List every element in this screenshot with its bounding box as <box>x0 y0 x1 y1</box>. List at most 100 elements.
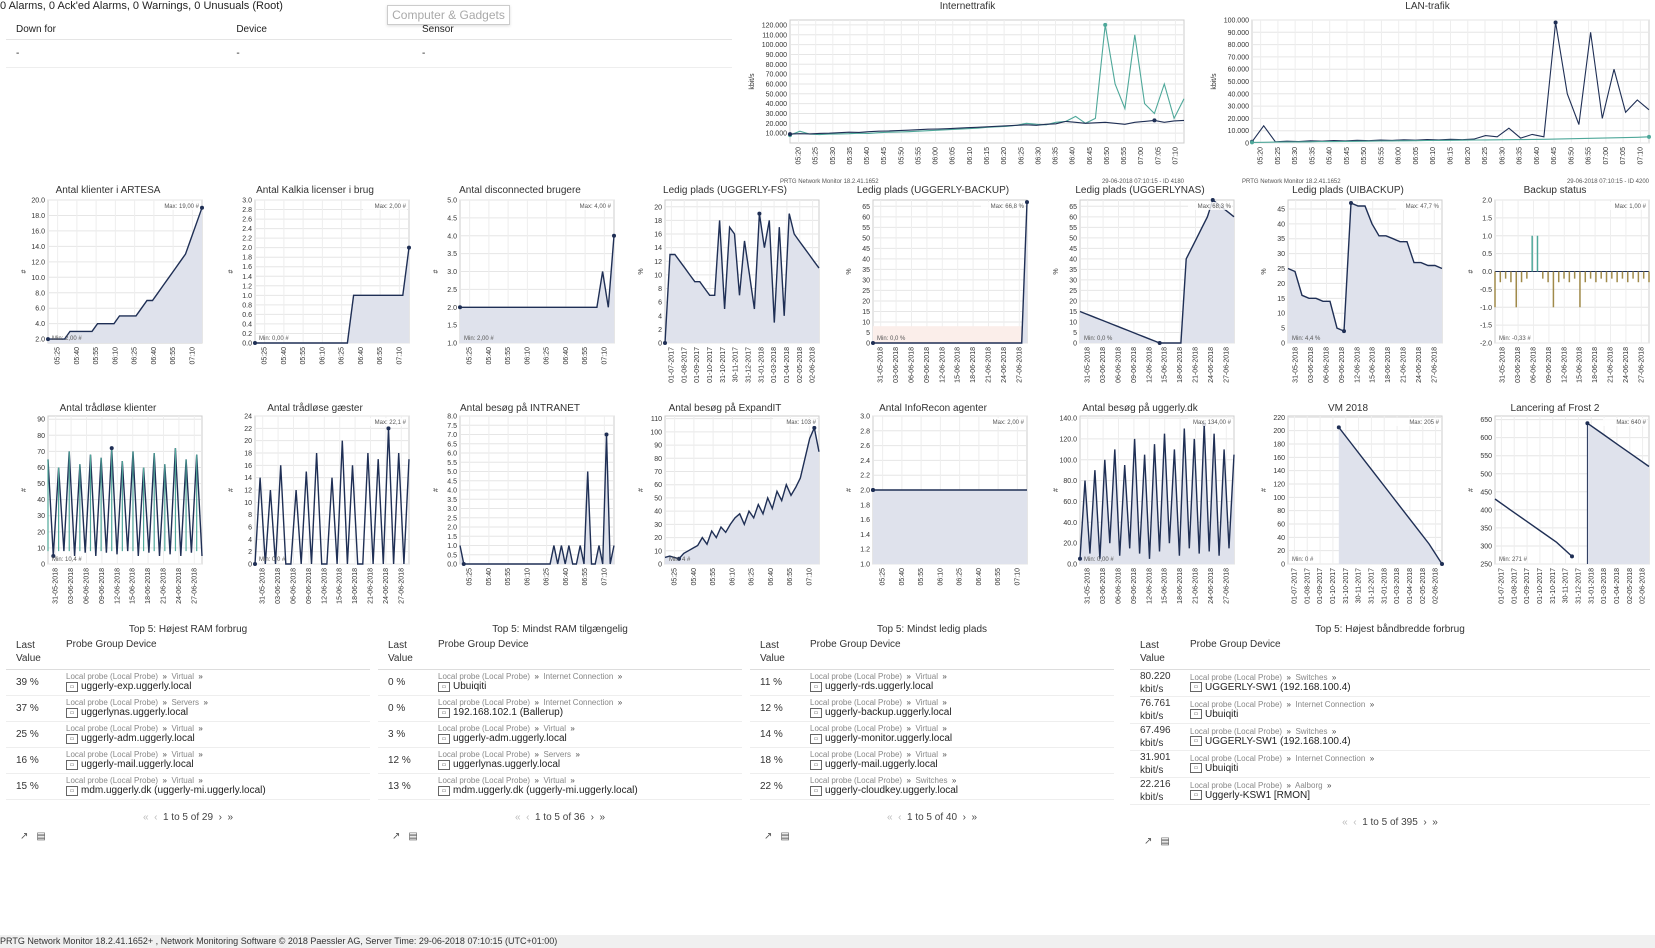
column-last-value[interactable]: Last Value <box>378 639 432 665</box>
device-link[interactable]: ▭ uggerly-mail.uggerly.local <box>66 759 370 770</box>
prev-page-icon[interactable]: ‹ <box>1353 817 1359 828</box>
probe-link[interactable]: Local probe (Local Probe) <box>66 672 158 681</box>
device-link[interactable]: ▭ Ubuiqiti <box>438 681 742 692</box>
next-page-icon[interactable]: › <box>588 812 594 823</box>
chart-ledig-plads-uggerly-backup-[interactable]: Ledig plads (UGGERLY-BACKUP) 65 60 55 50 45 40… <box>833 180 1033 385</box>
probe-link[interactable]: Local probe (Local Probe) <box>66 776 158 785</box>
group-link[interactable]: Virtual <box>171 750 194 759</box>
chart-svg[interactable]: Internettrafik 120.000 110.000 100.000 90.00… <box>745 0 1190 185</box>
device-link[interactable]: ▭ Ubuiqiti <box>1190 709 1650 720</box>
next-page-icon[interactable]: › <box>960 812 966 823</box>
chart-lan-trafik[interactable]: LAN-trafik 100.000 90.000 80.000 70.000 60.00… <box>1200 0 1655 185</box>
probe-link[interactable]: Local probe (Local Probe) <box>438 698 530 707</box>
chart-svg[interactable]: Antal trådløse klienter 90 80 70 60 50 40 30 20 1… <box>8 398 208 608</box>
table-row[interactable]: 0 % Local probe (Local Probe) » Internet… <box>378 670 742 696</box>
last-page-icon[interactable]: » <box>969 812 977 823</box>
group-link[interactable]: Virtual <box>915 750 938 759</box>
group-link[interactable]: Servers <box>543 750 571 759</box>
group-link[interactable]: Internet Connection <box>543 698 613 707</box>
device-link[interactable]: ▭ uggerly-exp.uggerly.local <box>66 681 370 692</box>
probe-link[interactable]: Local probe (Local Probe) <box>66 724 158 733</box>
device-link[interactable]: ▭ uggerly-adm.uggerly.local <box>66 733 370 744</box>
export-icon[interactable]: ▤ <box>408 831 417 842</box>
device-link[interactable]: ▭ uggerly-cloudkey.uggerly.local <box>810 785 1114 796</box>
chart-vm-2018[interactable]: VM 2018 220 200 180 160 140 120 100 80 60 40 20 0 01-… <box>1248 398 1448 608</box>
column-probe-group-device[interactable]: Probe Group Device <box>804 639 1114 665</box>
chart-svg[interactable]: Antal besøg på ExpandIT11010090807060504… <box>625 398 825 608</box>
chart-svg[interactable]: Ledig plads (UIBACKUP) 45 40 35 30 25 20 15 10 5 0… <box>1248 180 1448 385</box>
first-page-icon[interactable]: « <box>887 812 895 823</box>
table-row[interactable]: 12 % Local probe (Local Probe) » Servers… <box>378 748 742 774</box>
device-link[interactable]: ▭ uggerlynas.uggerly.local <box>438 759 742 770</box>
group-link[interactable]: Virtual <box>915 724 938 733</box>
group-link[interactable]: Servers <box>171 698 199 707</box>
chart-svg[interactable]: Antal Kalkia licenser i brug 3.0 2.8 2.6 2.4… <box>215 180 415 385</box>
group-link[interactable]: Internet Connection <box>1295 700 1365 709</box>
table-row[interactable]: 39 % Local probe (Local Probe) » Virtual… <box>6 670 370 696</box>
group-link[interactable]: Aalborg <box>1295 781 1323 790</box>
column-sensor[interactable]: Sensor <box>412 17 732 40</box>
group-link[interactable]: Virtual <box>171 724 194 733</box>
open-external-icon[interactable]: ↗ <box>764 831 772 842</box>
chart-antal-inforecon-agenter[interactable]: Antal InfoRecon agenter 3.0 2.8 2.6 2.4 2.2 2.… <box>833 398 1033 608</box>
next-page-icon[interactable]: › <box>1421 817 1426 828</box>
chart-svg[interactable]: Antal klienter i ARTESA 20.0 18.0 16.0 14.0 1… <box>8 180 208 385</box>
probe-link[interactable]: Local probe (Local Probe) <box>810 724 902 733</box>
probe-link[interactable]: Local probe (Local Probe) <box>1190 727 1282 736</box>
prev-page-icon[interactable]: ‹ <box>154 812 160 823</box>
table-row[interactable]: 25 % Local probe (Local Probe) » Virtual… <box>6 722 370 748</box>
group-link[interactable]: Virtual <box>915 698 938 707</box>
device-link[interactable]: ▭ UGGERLY-SW1 (192.168.100.4) <box>1190 736 1650 747</box>
probe-link[interactable]: Local probe (Local Probe) <box>810 776 902 785</box>
column-probe-group-device[interactable]: Probe Group Device <box>60 639 370 665</box>
table-row[interactable]: 31.901 kbit/s Local probe (Local Probe) … <box>1130 751 1650 778</box>
open-external-icon[interactable]: ↗ <box>1144 836 1152 847</box>
device-link[interactable]: ▭ mdm.uggerly.dk (uggerly-mi.uggerly.loc… <box>66 785 370 796</box>
chart-svg[interactable]: Lancering af Frost 2 650 600 550 500 450 400 35… <box>1455 398 1655 608</box>
table-row[interactable]: 11 % Local probe (Local Probe) » Virtual… <box>750 670 1114 696</box>
column-down-for[interactable]: Down for <box>6 17 227 40</box>
probe-link[interactable]: Local probe (Local Probe) <box>438 750 530 759</box>
device-link[interactable]: ▭ uggerly-backup.uggerly.local <box>810 707 1114 718</box>
device-link[interactable]: ▭ uggerlynas.uggerly.local <box>66 707 370 718</box>
open-external-icon[interactable]: ↗ <box>392 831 400 842</box>
probe-link[interactable]: Local probe (Local Probe) <box>1190 700 1282 709</box>
chart-antal-bes-g-p-intranet[interactable]: Antal besøg på INTRANET 8.0 7.5 7.0 6.5 6.0 5.… <box>420 398 620 608</box>
export-icon[interactable]: ▤ <box>36 831 45 842</box>
first-page-icon[interactable]: « <box>1342 817 1350 828</box>
column-probe-group-device[interactable]: Probe Group Device <box>432 639 742 665</box>
table-row[interactable]: 22 % Local probe (Local Probe) » Switche… <box>750 774 1114 800</box>
group-link[interactable]: Virtual <box>915 672 938 681</box>
table-row[interactable]: 37 % Local probe (Local Probe) » Servers… <box>6 696 370 722</box>
chart-ledig-plads-uibackup-[interactable]: Ledig plads (UIBACKUP) 45 40 35 30 25 20 15 10 5 0… <box>1248 180 1448 385</box>
chart-svg[interactable]: LAN-trafik 100.000 90.000 80.000 70.000 60.00… <box>1200 0 1655 185</box>
group-link[interactable]: Switches <box>1295 727 1327 736</box>
group-link[interactable]: Virtual <box>543 724 566 733</box>
chart-antal-tr-dl-se-g-ster[interactable]: Antal trådløse gæster 24 22 20 18 16 14 12 10 8 6 4… <box>215 398 415 608</box>
chart-svg[interactable]: Antal besøg på INTRANET8.0 7.5 7.0 6.5 6.0 5.… <box>420 398 620 608</box>
column-probe-group-device[interactable]: Probe Group Device <box>1184 639 1650 665</box>
table-row[interactable]: 15 % Local probe (Local Probe) » Virtual… <box>6 774 370 800</box>
device-link[interactable]: ▭ uggerly-adm.uggerly.local <box>438 733 742 744</box>
group-link[interactable]: Switches <box>915 776 947 785</box>
column-last-value[interactable]: Last Value <box>1130 639 1184 665</box>
last-page-icon[interactable]: » <box>225 812 233 823</box>
last-page-icon[interactable]: » <box>597 812 605 823</box>
chart-ledig-plads-uggerly-fs-[interactable]: Ledig plads (UGGERLY-FS)Sensor: Free Dis… <box>625 180 825 385</box>
chart-internettrafik[interactable]: Internettrafik 120.000 110.000 100.000 90.00… <box>745 0 1190 185</box>
probe-link[interactable]: Local probe (Local Probe) <box>810 750 902 759</box>
chart-svg[interactable]: Backup status 2.0 1.5 1.0 0.5 0.0 -0.5 -1.0 -1.5… <box>1455 180 1655 385</box>
table-row[interactable]: 18 % Local probe (Local Probe) » Virtual… <box>750 748 1114 774</box>
probe-link[interactable]: Local probe (Local Probe) <box>66 750 158 759</box>
table-row[interactable]: 0 % Local probe (Local Probe) » Internet… <box>378 696 742 722</box>
probe-link[interactable]: Local probe (Local Probe) <box>1190 781 1282 790</box>
first-page-icon[interactable]: « <box>515 812 523 823</box>
column-last-value[interactable]: Last Value <box>6 639 60 665</box>
table-row[interactable]: 13 % Local probe (Local Probe) » Virtual… <box>378 774 742 800</box>
chart-svg[interactable]: Antal besøg på uggerly.dk 140.0 120.0 100.0… <box>1040 398 1240 608</box>
chart-svg[interactable]: Antal disconnected brugere5.0 4.5 4.0 3.5 3.… <box>420 180 620 385</box>
device-link[interactable]: ▭ uggerly-mail.uggerly.local <box>810 759 1114 770</box>
chart-antal-kalkia-licenser-i-brug[interactable]: Antal Kalkia licenser i brug 3.0 2.8 2.6 2.4… <box>215 180 415 385</box>
table-row[interactable]: 14 % Local probe (Local Probe) » Virtual… <box>750 722 1114 748</box>
device-link[interactable]: ▭ uggerly-rds.uggerly.local <box>810 681 1114 692</box>
